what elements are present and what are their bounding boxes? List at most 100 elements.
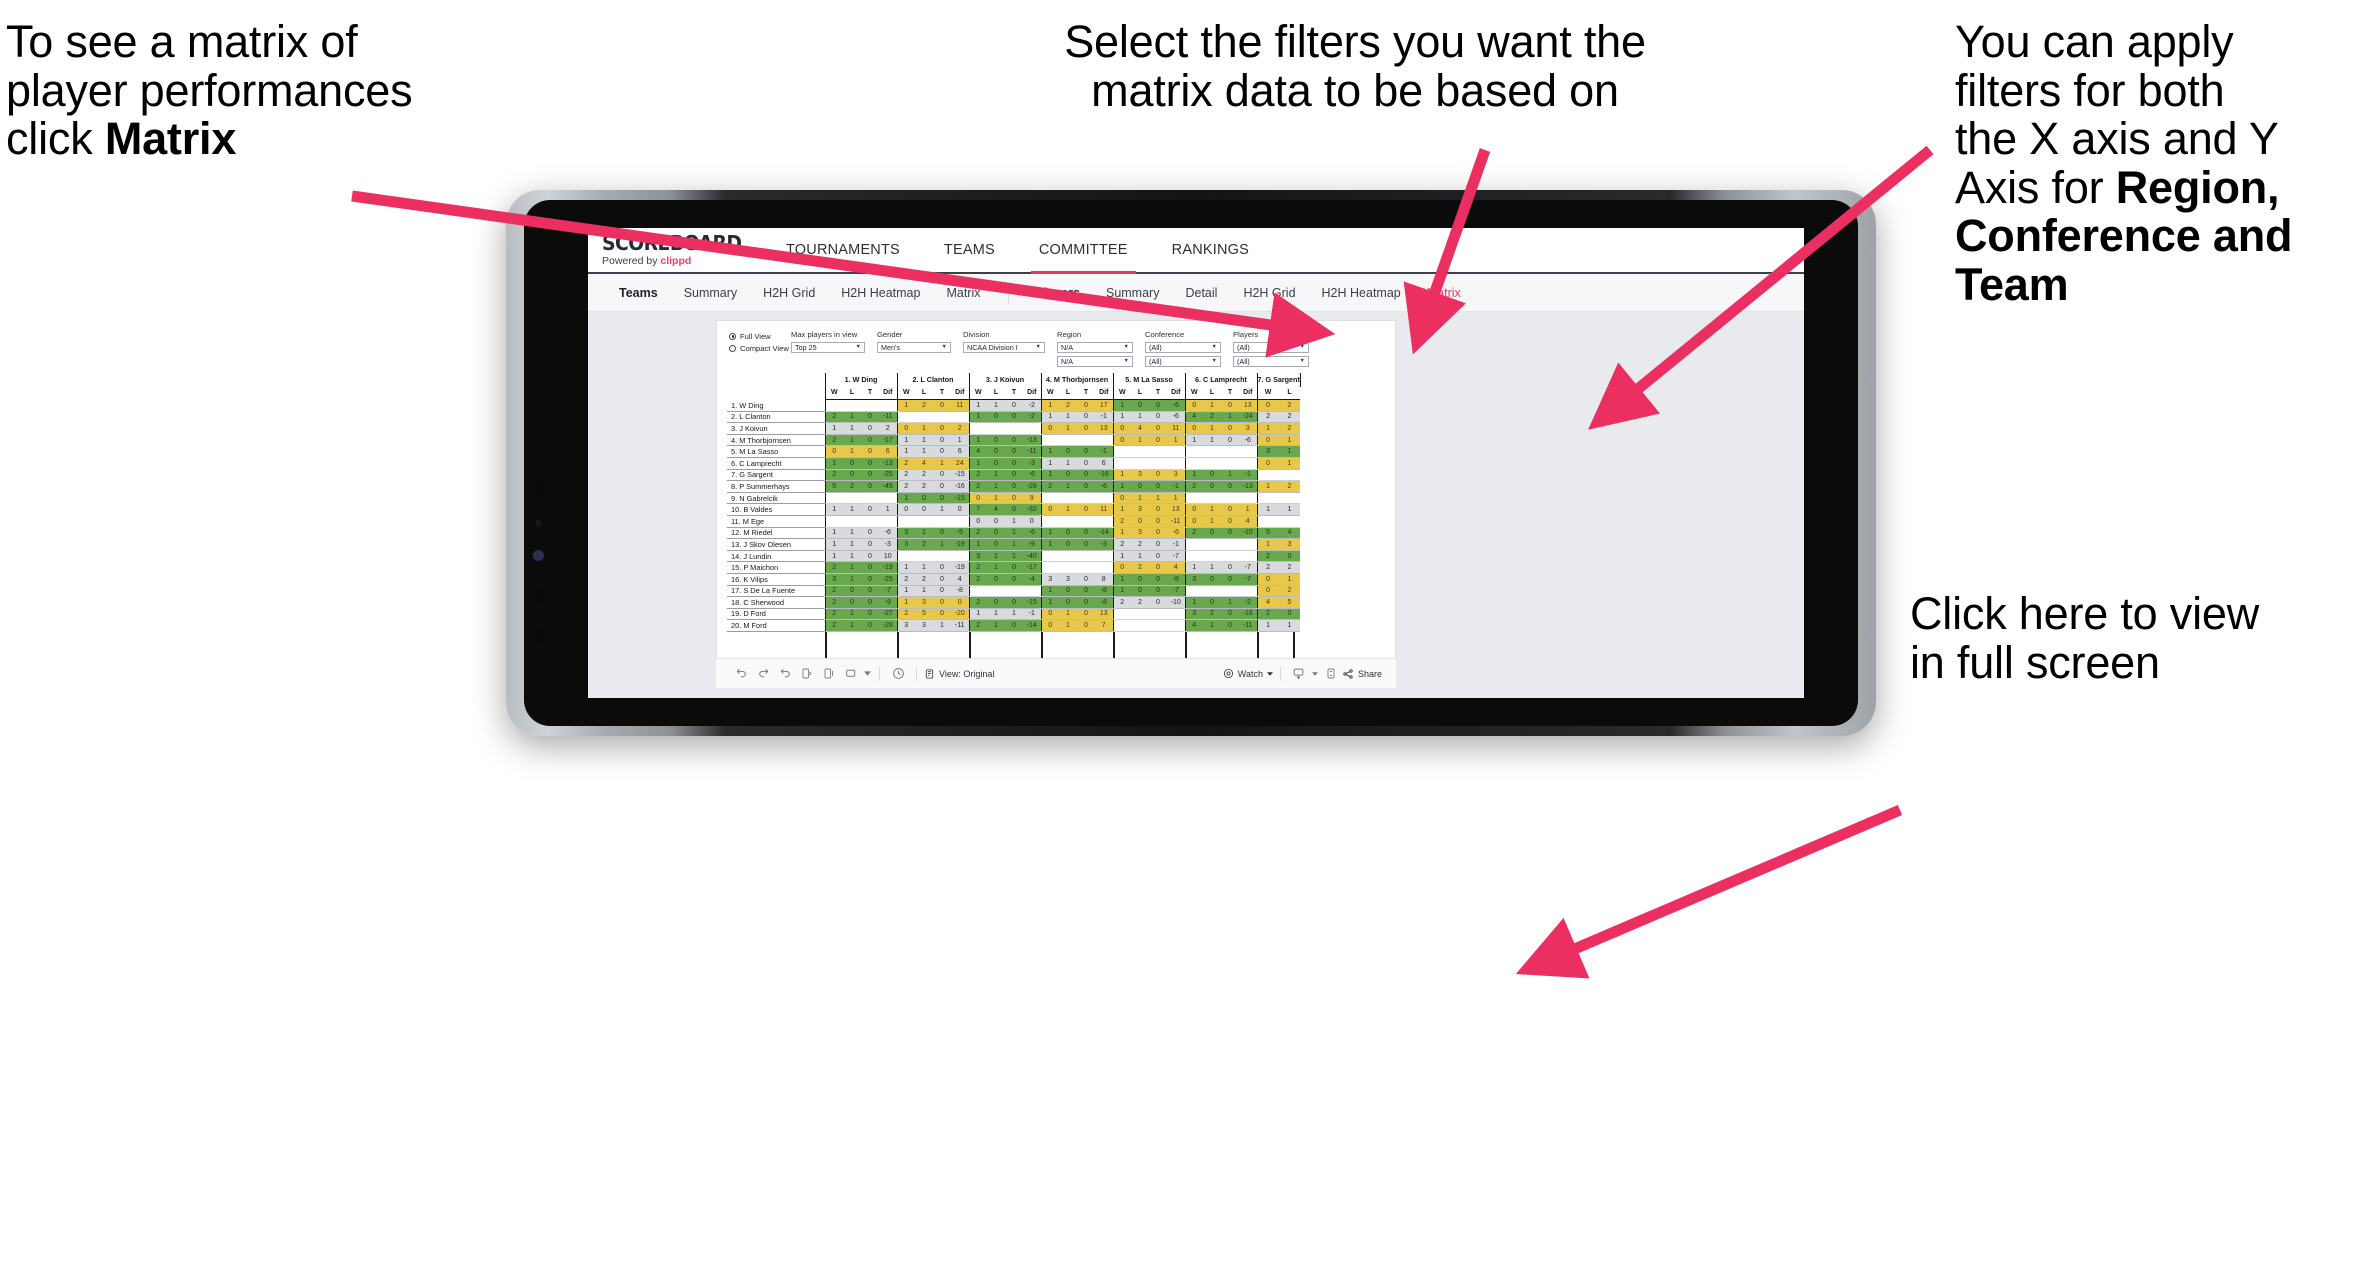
matrix-cell[interactable]: 1 [1005,608,1023,621]
matrix-cell[interactable]: 1 [968,434,987,447]
matrix-metric-header-l[interactable]: L [987,386,1005,400]
matrix-cell[interactable]: 0 [1077,573,1095,586]
matrix-metric-header-w[interactable]: W [968,386,987,400]
matrix-cell[interactable]: -10 [1167,596,1185,609]
matrix-cell[interactable]: 4 [1239,515,1257,528]
matrix-cell[interactable]: 1 [915,434,933,447]
matrix-cell[interactable]: 4 [1167,561,1185,574]
matrix-cell[interactable]: 1 [987,608,1005,621]
matrix-cell[interactable]: 1 [1278,619,1301,632]
matrix-cell[interactable]: 1 [879,503,897,516]
matrix-cell[interactable]: 1 [968,608,987,621]
matrix-cell[interactable]: 1 [843,422,861,435]
matrix-cell[interactable]: -13 [1239,480,1257,493]
matrix-group-header[interactable]: 3. J Koivun [968,372,1041,387]
matrix-cell[interactable]: 1 [1005,515,1023,528]
matrix-cell[interactable]: -8 [1095,585,1113,598]
matrix-cell[interactable]: 1 [915,527,933,540]
matrix-cell[interactable]: -32 [1023,503,1041,516]
matrix-cell[interactable]: 5 [824,480,843,493]
matrix-cell[interactable]: 3 [1059,573,1077,586]
matrix-cell[interactable]: 0 [1221,515,1239,528]
matrix-metric-header-l[interactable]: L [1059,386,1077,400]
matrix-cell[interactable]: 2 [843,480,861,493]
matrix-cell[interactable]: 0 [1131,399,1149,412]
matrix-cell[interactable]: 0 [861,411,879,424]
matrix-cell[interactable]: 0 [933,469,951,482]
matrix-row-label[interactable]: 6. C Lamprecht [727,457,825,470]
matrix-row-label[interactable]: 15. P Maichon [727,561,825,574]
matrix-cell[interactable]: 0 [1077,619,1095,632]
matrix-cell[interactable]: 0 [1059,596,1077,609]
matrix-cell[interactable]: 1 [1184,596,1203,609]
matrix-cell[interactable]: -6 [1095,480,1113,493]
matrix-metric-header-dif[interactable]: Dif [879,386,897,400]
matrix-cell[interactable]: 1 [1131,492,1149,505]
matrix-cell[interactable]: 1 [1112,469,1131,482]
matrix-cell[interactable]: 0 [1203,480,1221,493]
matrix-cell[interactable]: 6 [1095,457,1113,470]
matrix-cell[interactable]: -28 [879,619,897,632]
matrix-cell[interactable]: 1 [1239,503,1257,516]
matrix-cell[interactable]: 2 [824,411,843,424]
matrix-cell[interactable]: 7 [968,503,987,516]
matrix-cell[interactable]: 0 [933,399,951,412]
matrix-cell[interactable]: 0 [987,538,1005,551]
matrix-metric-header-w[interactable]: W [1256,386,1279,400]
matrix-cell[interactable]: 2 [1131,538,1149,551]
matrix-cell[interactable]: 2 [1059,399,1077,412]
matrix-cell[interactable]: 10 [879,550,897,563]
matrix-cell[interactable]: 0 [968,515,987,528]
matrix-cell[interactable]: 3 [1131,503,1149,516]
matrix-cell[interactable]: 2 [968,561,987,574]
matrix-cell[interactable]: 1 [1112,480,1131,493]
matrix-cell[interactable]: 0 [1040,503,1059,516]
matrix-cell[interactable]: 2 [1278,411,1301,424]
matrix-cell[interactable]: 0 [1184,503,1203,516]
matrix-cell[interactable]: 0 [1256,434,1279,447]
matrix-cell[interactable]: 1 [951,434,969,447]
matrix-cell[interactable]: 2 [1040,480,1059,493]
matrix-cell[interactable]: 0 [987,573,1005,586]
matrix-cell[interactable]: 0 [1221,527,1239,540]
matrix-cell[interactable]: -25 [879,573,897,586]
matrix-cell[interactable]: 0 [1184,515,1203,528]
matrix-cell[interactable]: -25 [879,469,897,482]
matrix-cell[interactable]: 3 [1239,422,1257,435]
matrix-cell[interactable]: 8 [1095,573,1113,586]
matrix-cell[interactable]: 1 [1184,434,1203,447]
matrix-metric-header-t[interactable]: T [861,386,879,400]
matrix-cell[interactable]: 2 [915,469,933,482]
matrix-cell[interactable]: 0 [1077,399,1095,412]
matrix-cell[interactable]: 0 [843,585,861,598]
matrix-metric-header-w[interactable]: W [824,386,843,400]
radio-compact-view-icon[interactable] [729,344,736,352]
matrix-metric-header-w[interactable]: W [896,386,915,400]
matrix-cell[interactable]: -4 [1023,573,1041,586]
matrix-cell[interactable]: -1 [1023,608,1041,621]
matrix-cell[interactable]: 1 [1184,469,1203,482]
matrix-cell[interactable]: 1 [843,434,861,447]
matrix-cell[interactable]: 1 [1112,411,1131,424]
matrix-cell[interactable]: 9 [1023,492,1041,505]
matrix-cell[interactable]: 1 [933,619,951,632]
matrix-cell[interactable]: -6 [1167,411,1185,424]
matrix-cell[interactable]: 1 [1203,515,1221,528]
matrix-cell[interactable]: 0 [933,492,951,505]
matrix-cell[interactable]: 0 [1005,469,1023,482]
matrix-cell[interactable]: 1 [1040,411,1059,424]
matrix-metric-header-dif[interactable]: Dif [1239,386,1257,400]
matrix-cell[interactable]: 11 [1095,503,1113,516]
matrix-cell[interactable]: 1 [1278,457,1301,470]
matrix-cell[interactable]: -11 [1167,515,1185,528]
matrix-cell[interactable]: 0 [933,527,951,540]
matrix-cell[interactable]: 0 [933,422,951,435]
matrix-cell[interactable]: 0 [968,492,987,505]
matrix-cell[interactable]: 0 [1149,422,1167,435]
matrix-cell[interactable]: 3 [1184,608,1203,621]
matrix-cell[interactable]: 0 [1005,619,1023,632]
matrix-metric-header-t[interactable]: T [1149,386,1167,400]
matrix-cell[interactable]: 1 [1278,434,1301,447]
matrix-cell[interactable]: -6 [879,527,897,540]
matrix-metric-header-l[interactable]: L [1203,386,1221,400]
